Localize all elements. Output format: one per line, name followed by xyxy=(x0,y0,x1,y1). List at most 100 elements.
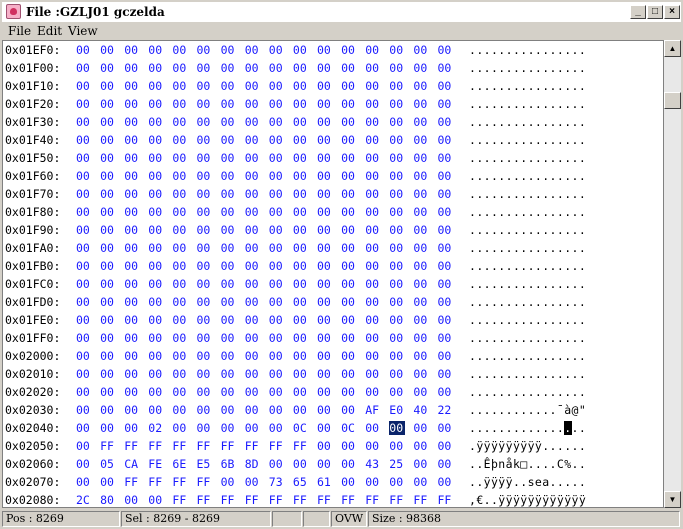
hex-byte[interactable]: 00 xyxy=(221,259,237,273)
hex-byte[interactable]: 00 xyxy=(172,97,188,111)
hex-byte[interactable]: 00 xyxy=(293,97,309,111)
hex-byte[interactable]: 00 xyxy=(197,205,213,219)
hex-byte[interactable]: 00 xyxy=(293,43,309,57)
hex-byte[interactable]: 00 xyxy=(413,385,429,399)
hex-byte[interactable]: FF xyxy=(389,493,405,507)
hex-byte[interactable]: 00 xyxy=(317,151,333,165)
hex-byte[interactable]: 00 xyxy=(317,169,333,183)
hex-byte[interactable]: 00 xyxy=(365,241,381,255)
hex-byte[interactable]: 00 xyxy=(269,169,285,183)
hex-byte[interactable]: 00 xyxy=(124,295,140,309)
hex-byte[interactable]: 00 xyxy=(148,313,164,327)
hex-byte[interactable]: 00 xyxy=(341,385,357,399)
hex-byte[interactable]: 00 xyxy=(293,169,309,183)
hex-byte[interactable]: 00 xyxy=(148,259,164,273)
hex-byte[interactable]: 00 xyxy=(245,241,261,255)
hex-byte[interactable]: 00 xyxy=(269,187,285,201)
hex-byte[interactable]: 00 xyxy=(317,403,333,417)
hex-byte[interactable]: 00 xyxy=(172,151,188,165)
hex-byte[interactable]: 00 xyxy=(76,385,92,399)
hex-byte[interactable]: 00 xyxy=(317,61,333,75)
ascii-column[interactable]: ................ xyxy=(469,241,586,255)
hex-byte[interactable]: 00 xyxy=(76,133,92,147)
hex-byte[interactable]: 00 xyxy=(124,223,140,237)
title-bar[interactable]: File :GZLJ01 gczelda _ □ × xyxy=(2,2,681,23)
hex-byte[interactable]: FF xyxy=(438,493,454,507)
hex-byte[interactable]: 00 xyxy=(438,79,454,93)
hex-byte[interactable]: 00 xyxy=(413,295,429,309)
hex-byte[interactable]: 00 xyxy=(438,439,454,453)
hex-byte[interactable]: 00 xyxy=(269,277,285,291)
hex-byte[interactable]: 00 xyxy=(124,241,140,255)
hex-byte[interactable]: 00 xyxy=(76,151,92,165)
hex-byte[interactable]: 00 xyxy=(389,259,405,273)
hex-byte[interactable]: 00 xyxy=(413,115,429,129)
hex-byte[interactable]: 00 xyxy=(341,457,357,471)
hex-byte[interactable]: 00 xyxy=(389,43,405,57)
hex-byte[interactable]: 00 xyxy=(100,223,116,237)
hex-byte[interactable]: 00 xyxy=(269,259,285,273)
hex-byte[interactable]: 00 xyxy=(269,223,285,237)
hex-byte[interactable]: 00 xyxy=(293,403,309,417)
hex-byte[interactable]: 00 xyxy=(221,475,237,489)
hex-byte[interactable]: 00 xyxy=(124,187,140,201)
hex-byte[interactable]: 2C xyxy=(76,493,92,507)
hex-byte[interactable]: FF xyxy=(413,493,429,507)
ascii-column[interactable]: ................ xyxy=(469,259,586,273)
ascii-column[interactable]: ,€..ÿÿÿÿÿÿÿÿÿÿÿÿ xyxy=(469,493,586,507)
hex-byte[interactable]: 00 xyxy=(76,295,92,309)
hex-byte[interactable]: 00 xyxy=(100,205,116,219)
ascii-column[interactable]: ................ xyxy=(469,331,586,345)
hex-byte[interactable]: FF xyxy=(293,439,309,453)
hex-byte[interactable]: 61 xyxy=(317,475,333,489)
hex-byte[interactable]: 00 xyxy=(317,205,333,219)
hex-byte[interactable]: 00 xyxy=(365,223,381,237)
hex-byte[interactable]: 00 xyxy=(365,115,381,129)
hex-byte[interactable]: 00 xyxy=(148,241,164,255)
hex-byte[interactable]: 00 xyxy=(76,205,92,219)
hex-byte[interactable]: 00 xyxy=(269,79,285,93)
hex-byte[interactable]: 00 xyxy=(438,151,454,165)
hex-byte[interactable]: 00 xyxy=(341,313,357,327)
hex-byte[interactable]: 00 xyxy=(172,205,188,219)
hex-byte[interactable]: 00 xyxy=(389,241,405,255)
hex-byte[interactable]: 00 xyxy=(245,313,261,327)
hex-byte[interactable]: 00 xyxy=(124,313,140,327)
hex-byte[interactable]: 00 xyxy=(317,43,333,57)
hex-byte[interactable]: 00 xyxy=(148,61,164,75)
hex-byte[interactable]: 00 xyxy=(341,331,357,345)
ascii-column[interactable]: ................ xyxy=(469,421,586,435)
hex-byte[interactable]: 00 xyxy=(389,169,405,183)
hex-byte[interactable]: 00 xyxy=(438,241,454,255)
ascii-column[interactable]: ................ xyxy=(469,187,586,201)
hex-byte[interactable]: 00 xyxy=(76,313,92,327)
hex-byte[interactable]: 6E xyxy=(172,457,188,471)
hex-byte[interactable]: 00 xyxy=(365,61,381,75)
hex-byte[interactable]: 00 xyxy=(124,493,140,507)
hex-byte[interactable]: 00 xyxy=(438,61,454,75)
hex-byte[interactable]: 00 xyxy=(269,331,285,345)
hex-byte[interactable]: 00 xyxy=(245,61,261,75)
menu-view[interactable]: View xyxy=(68,24,98,38)
vertical-scrollbar[interactable]: ▲ ▼ xyxy=(664,40,681,508)
hex-byte[interactable]: 00 xyxy=(148,97,164,111)
hex-byte[interactable]: 00 xyxy=(317,115,333,129)
hex-byte[interactable]: 00 xyxy=(365,187,381,201)
hex-byte[interactable]: 00 xyxy=(245,367,261,381)
hex-byte[interactable]: 00 xyxy=(124,277,140,291)
hex-byte[interactable]: 00 xyxy=(221,421,237,435)
hex-byte[interactable]: 00 xyxy=(413,421,429,435)
hex-byte[interactable]: 00 xyxy=(245,349,261,363)
hex-byte[interactable]: 00 xyxy=(172,421,188,435)
hex-byte[interactable]: 00 xyxy=(317,277,333,291)
hex-byte[interactable]: E0 xyxy=(389,403,405,417)
hex-byte[interactable]: 6B xyxy=(221,457,237,471)
hex-byte[interactable]: 00 xyxy=(438,205,454,219)
hex-byte[interactable]: 00 xyxy=(293,133,309,147)
maximize-button[interactable]: □ xyxy=(647,5,663,19)
hex-byte[interactable]: 00 xyxy=(221,385,237,399)
hex-byte[interactable]: 00 xyxy=(389,187,405,201)
hex-byte[interactable]: 00 xyxy=(100,349,116,363)
hex-byte[interactable]: AF xyxy=(365,403,381,417)
hex-byte[interactable]: 00 xyxy=(438,295,454,309)
